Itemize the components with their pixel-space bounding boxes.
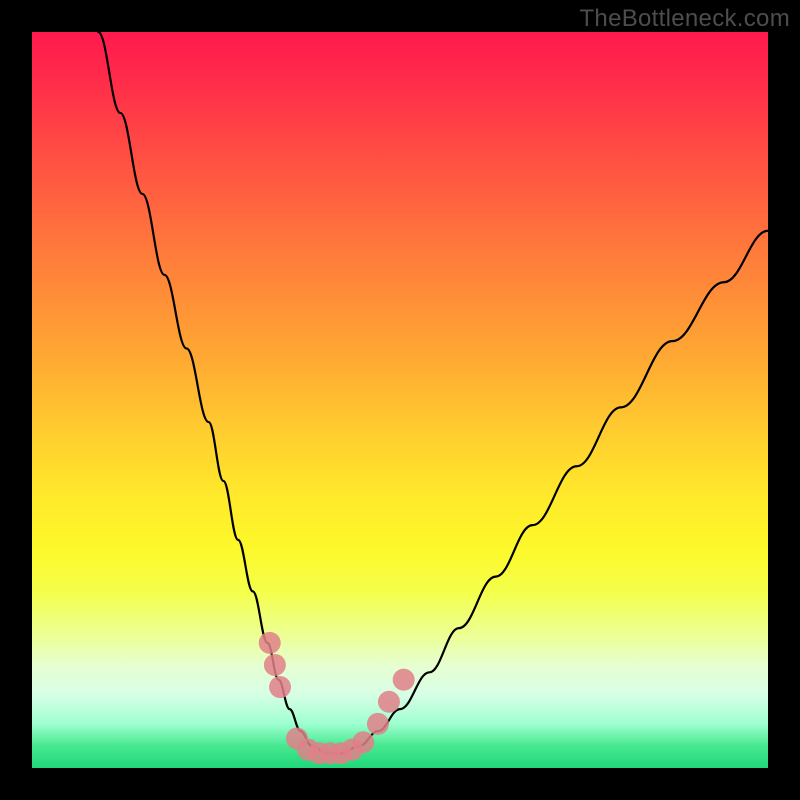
highlight-markers bbox=[259, 632, 415, 764]
bottleneck-curve bbox=[98, 32, 768, 753]
watermark-text: TheBottleneck.com bbox=[579, 5, 790, 33]
marker-dot bbox=[367, 713, 389, 735]
plot-area bbox=[32, 32, 768, 768]
chart-frame: TheBottleneck.com bbox=[0, 0, 800, 800]
curve-layer bbox=[32, 32, 768, 768]
marker-dot bbox=[259, 632, 281, 654]
marker-dot bbox=[393, 669, 415, 691]
marker-dot bbox=[269, 676, 291, 698]
marker-dot bbox=[352, 731, 374, 753]
marker-dot bbox=[378, 691, 400, 713]
marker-dot bbox=[264, 654, 286, 676]
